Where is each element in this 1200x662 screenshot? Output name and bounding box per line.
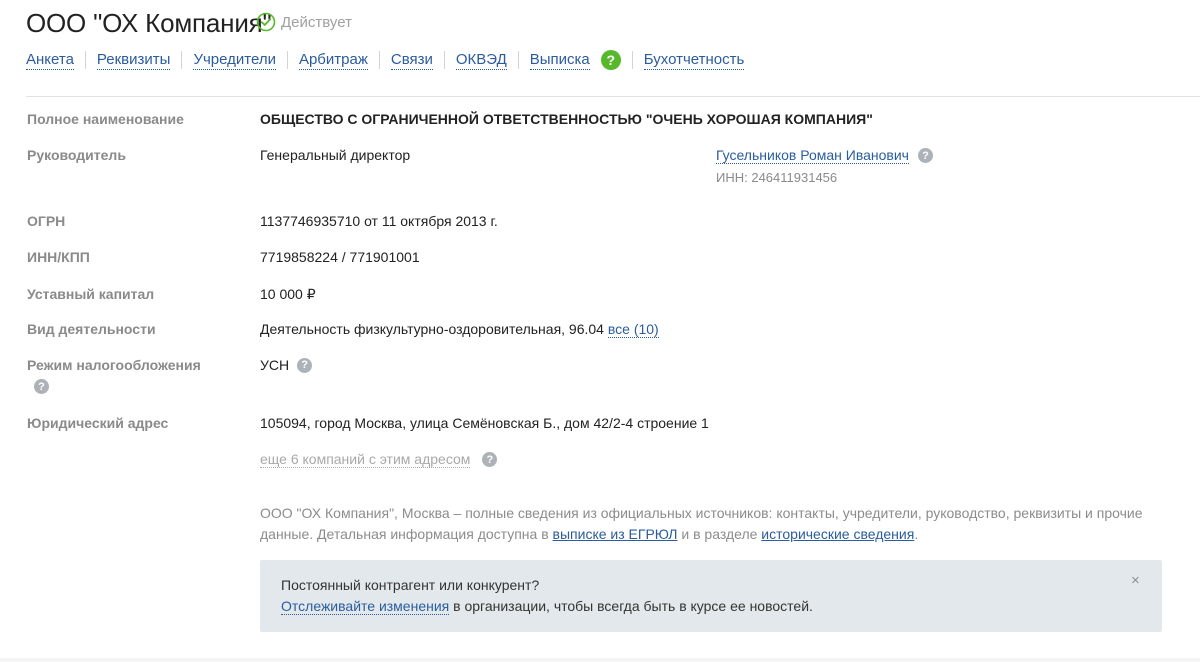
status-badge: Действует <box>256 12 352 32</box>
tab-separator <box>443 51 445 69</box>
tax-label: Режим налогообложения <box>27 357 201 373</box>
head-name-link[interactable]: Гусельников Роман Иванович <box>716 147 909 164</box>
status-text: Действует <box>281 13 352 31</box>
header-divider <box>26 96 1200 97</box>
help-icon[interactable]: ? <box>297 357 313 373</box>
capital-label: Уставный капитал <box>27 286 155 302</box>
notice-text: Отслеживайте изменения в организации, чт… <box>281 598 813 615</box>
tab-anketa[interactable]: Анкета <box>26 51 74 70</box>
address-more-row: еще 6 компаний с этим адресом ? <box>260 451 498 468</box>
notice-rest: в организации, чтобы всегда быть в курсе… <box>449 598 813 614</box>
tab-uchrediteli[interactable]: Учредители <box>193 51 276 70</box>
history-link[interactable]: исторические сведения <box>761 526 914 542</box>
close-icon[interactable]: × <box>1131 572 1140 589</box>
tax-value: УСН <box>260 357 290 373</box>
notice-question: Постоянный контрагент или конкурент? <box>281 577 540 593</box>
head-label: Руководитель <box>27 147 126 163</box>
tab-separator <box>378 51 380 69</box>
description-text: . <box>914 526 919 542</box>
tracking-notice: Постоянный контрагент или конкурент? Отс… <box>260 560 1162 632</box>
ogrn-value: 1137746935710 от 11 октября 2013 г. <box>260 213 498 229</box>
head-position: Генеральный директор <box>260 147 411 163</box>
activity-all-link[interactable]: все (10) <box>607 321 659 338</box>
help-icon[interactable]: ? <box>482 452 498 467</box>
ogrn-label: ОГРН <box>27 213 66 229</box>
section-tabs: Анкета Реквизиты Учредители Арбитраж Свя… <box>26 50 745 70</box>
company-title: ООО "ОХ Компания" <box>26 8 272 38</box>
capital-value: 10 000 ₽ <box>260 286 316 302</box>
tab-rekvizity[interactable]: Реквизиты <box>96 51 171 70</box>
help-icon[interactable]: ? <box>600 50 621 70</box>
tab-svyazi[interactable]: Связи <box>390 51 433 70</box>
full-name-label: Полное наименование <box>27 111 184 127</box>
tab-vypiska[interactable]: Выписка <box>529 51 590 70</box>
help-icon[interactable]: ? <box>917 148 933 163</box>
description-text: и в разделе <box>677 526 762 542</box>
tab-separator <box>517 51 519 69</box>
address-value: 105094, город Москва, улица Семёновская … <box>260 415 709 431</box>
tab-buhotchetnost[interactable]: Бухотчетность <box>643 51 745 70</box>
check-circle-icon <box>256 12 276 32</box>
tab-separator <box>181 51 183 69</box>
tab-separator <box>631 51 633 69</box>
inn-label: ИНН/КПП <box>27 249 90 265</box>
footer-divider <box>0 658 1200 662</box>
inn-value: 7719858224 / 771901001 <box>260 249 420 265</box>
company-description: ООО "ОХ Компания", Москва – полные сведе… <box>260 503 1160 545</box>
address-label: Юридический адрес <box>27 415 169 431</box>
address-more-link[interactable]: еще 6 компаний с этим адресом <box>260 451 471 468</box>
egrul-extract-link[interactable]: выписке из ЕГРЮЛ <box>553 526 678 542</box>
full-name-value: ОБЩЕСТВО С ОГРАНИЧЕННОЙ ОТВЕТСТВЕННОСТЬЮ… <box>260 111 873 127</box>
tab-separator <box>286 51 288 69</box>
help-icon[interactable]: ? <box>34 379 49 394</box>
tab-separator <box>84 51 86 69</box>
head-person: Гусельников Роман Иванович ? <box>716 147 933 164</box>
tab-arbitrazh[interactable]: Арбитраж <box>298 51 368 70</box>
tab-okved[interactable]: ОКВЭД <box>455 51 507 70</box>
activity-label: Вид деятельности <box>27 321 156 337</box>
head-inn: ИНН: 246411931456 <box>716 170 838 185</box>
tax-row: УСН ? <box>260 357 313 373</box>
track-changes-link[interactable]: Отслеживайте изменения <box>281 598 450 615</box>
activity-value: Деятельность физкультурно-оздоровительна… <box>260 321 604 337</box>
activity-row: Деятельность физкультурно-оздоровительна… <box>260 321 659 338</box>
